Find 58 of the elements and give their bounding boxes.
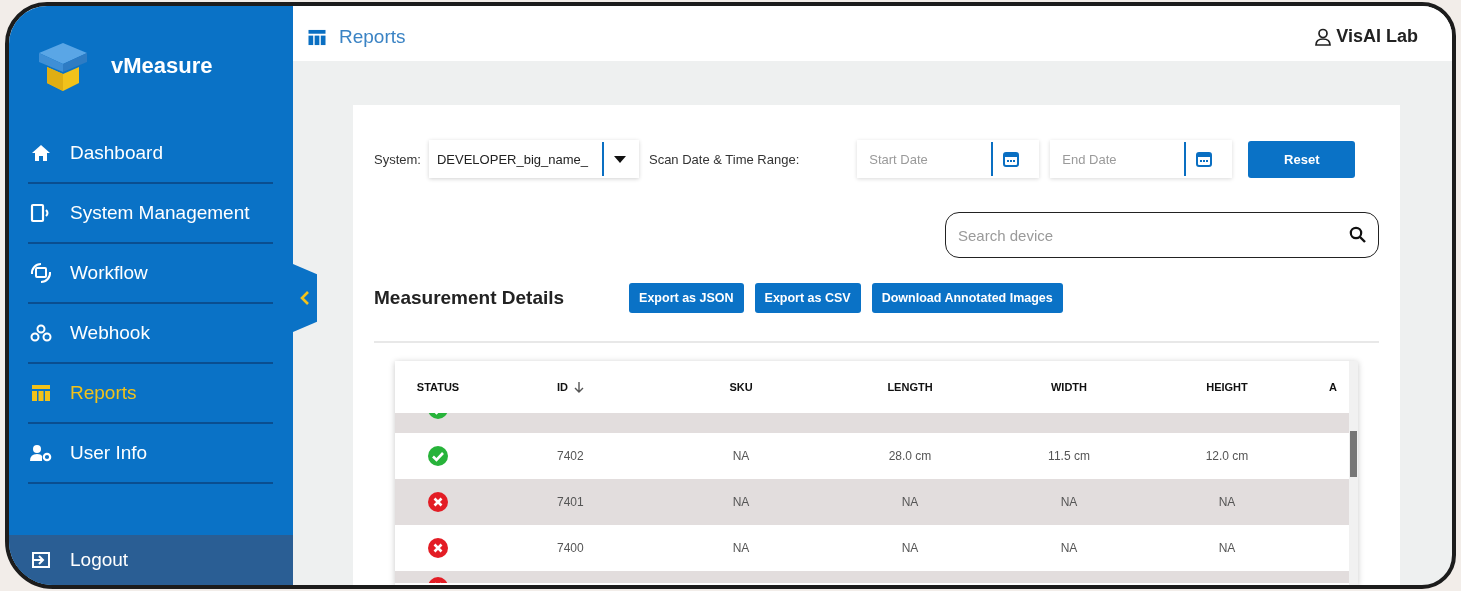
logout-icon [31, 551, 51, 569]
table-cell-text: 7402 [556, 449, 585, 463]
table-cell-text: 7400 [556, 541, 585, 555]
sidebar-item[interactable]: Webhook [28, 304, 273, 364]
table-cell-text: NA [731, 449, 751, 463]
table-cell-text: NA [1059, 541, 1079, 555]
start-date-field[interactable]: Start Date [857, 140, 1040, 178]
scrollbar-thumb[interactable] [1350, 431, 1357, 477]
sidebar-item[interactable]: Dashboard [28, 124, 273, 184]
export-button[interactable]: Export as JSON [629, 283, 744, 313]
export-button[interactable]: Export as CSV [754, 283, 861, 313]
table-cell-text: NA [731, 541, 751, 555]
user-menu[interactable]: VisAI Lab [1314, 26, 1418, 47]
table-cell-text: 28.0 cm [887, 449, 933, 463]
search-icon [1349, 226, 1366, 243]
table-cell-text: NA [900, 541, 920, 555]
end-date-field[interactable]: End Date [1050, 140, 1233, 178]
column-header[interactable]: SKU [651, 381, 831, 393]
app-name: vMeasure [111, 53, 213, 79]
table-icon [31, 384, 51, 402]
table-cell-text: NA [900, 495, 920, 509]
calendar-icon [1003, 151, 1020, 167]
table-cell-text: 7401 [556, 495, 585, 509]
field-label: Scan Date & Time Range: [648, 151, 800, 167]
table-cell-text: NA [1217, 541, 1237, 555]
table-cell-text: 12.0 cm [1204, 449, 1250, 463]
column-header[interactable]: LENGTH [831, 381, 989, 393]
column-header[interactable]: A [1305, 381, 1346, 393]
section-title: Measurement Details [374, 287, 565, 309]
reset-button[interactable]: Reset [1248, 140, 1356, 178]
table-cell-text: 11.5 cm [1047, 449, 1091, 463]
home-icon [31, 144, 51, 162]
table-cell-text: NA [731, 495, 751, 509]
sidebar-item[interactable]: Workflow [28, 244, 273, 304]
system-dropdown[interactable]: DEVELOPER_big_name_ [428, 140, 639, 178]
table-cell-text: NA [1059, 495, 1079, 509]
export-button[interactable]: Download Annotated Images [871, 283, 1063, 313]
sidebar-item[interactable]: System Management [28, 184, 273, 244]
cycle-icon [29, 262, 53, 284]
sidebar-item[interactable]: User Info [28, 424, 273, 484]
user-gear-icon [30, 444, 52, 462]
search-field[interactable]: Search device [945, 212, 1379, 258]
logout-button[interactable]: Logout [9, 535, 293, 585]
field-label: System: [374, 151, 421, 167]
caret-down-icon [613, 155, 626, 163]
column-header[interactable]: HEIGHT [1149, 381, 1305, 393]
page-title: Reports [339, 26, 406, 48]
table-cell-text: NA [1217, 495, 1237, 509]
table-icon [307, 28, 327, 46]
column-header[interactable]: WIDTH [989, 381, 1149, 393]
chevron-left-icon [300, 290, 310, 306]
column-header[interactable]: ID [481, 381, 651, 393]
user-icon [1314, 27, 1333, 46]
webhook-icon [30, 323, 52, 343]
table-row[interactable]: 7401 NA NA NA NA [395, 479, 1349, 525]
scrollbar[interactable] [1349, 361, 1358, 585]
calendar-icon [1196, 151, 1213, 167]
column-header[interactable]: STATUS [395, 381, 481, 393]
